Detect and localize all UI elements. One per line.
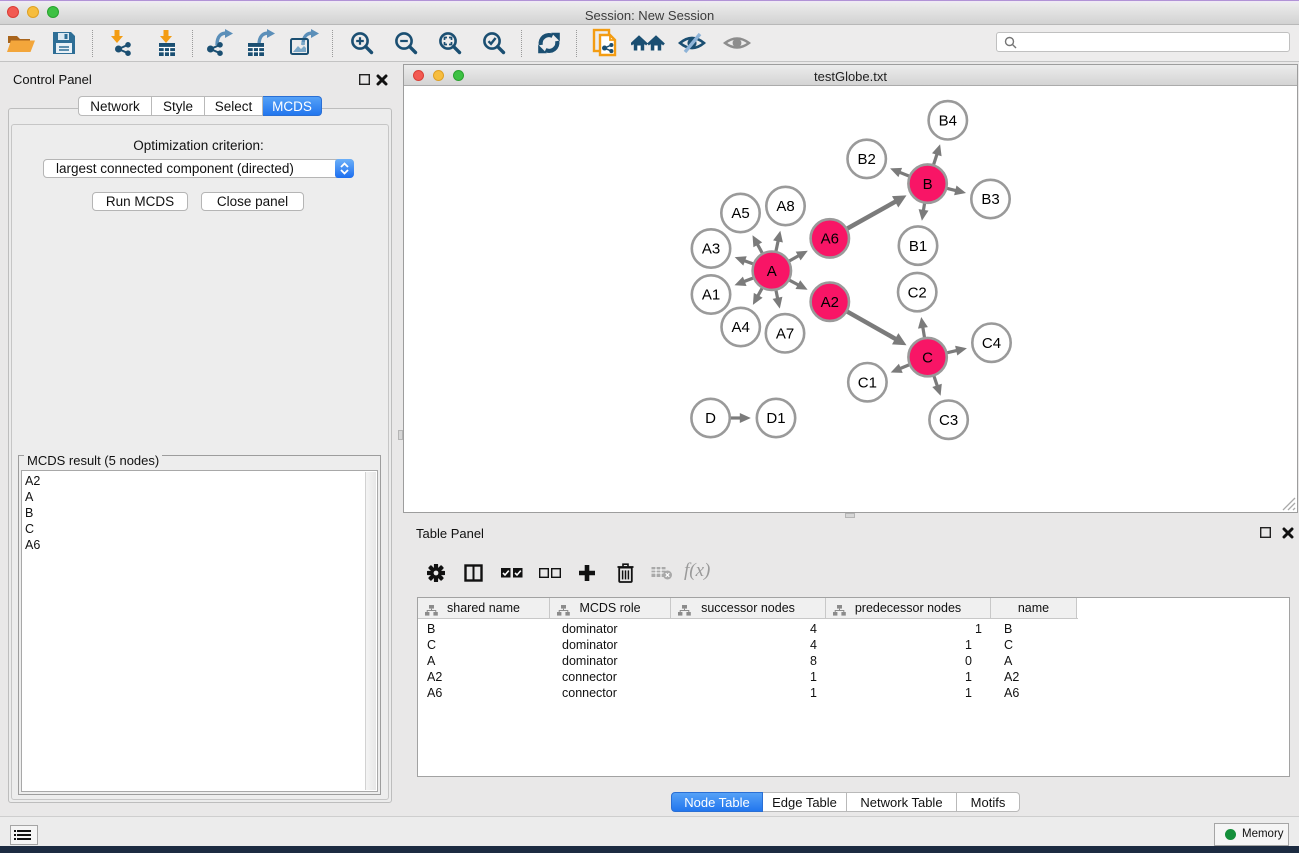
svg-text:C4: C4 [982, 335, 1001, 352]
svg-text:C2: C2 [908, 284, 927, 301]
svg-text:A: A [767, 263, 777, 280]
svg-text:A7: A7 [776, 326, 794, 343]
svg-text:C: C [922, 349, 933, 366]
svg-text:B: B [923, 176, 933, 193]
svg-text:A1: A1 [702, 287, 720, 304]
svg-text:D: D [705, 410, 716, 427]
svg-text:A8: A8 [776, 198, 794, 215]
svg-text:C1: C1 [858, 374, 877, 391]
svg-text:A3: A3 [702, 241, 720, 258]
svg-text:B3: B3 [981, 191, 999, 208]
svg-text:B2: B2 [858, 151, 876, 168]
svg-text:C3: C3 [939, 412, 958, 429]
svg-text:A2: A2 [821, 294, 839, 311]
svg-text:A5: A5 [731, 205, 749, 222]
svg-text:A6: A6 [821, 231, 839, 248]
svg-text:D1: D1 [766, 410, 785, 427]
svg-text:B1: B1 [909, 238, 927, 255]
svg-text:B4: B4 [939, 113, 957, 130]
svg-text:A4: A4 [732, 319, 750, 336]
